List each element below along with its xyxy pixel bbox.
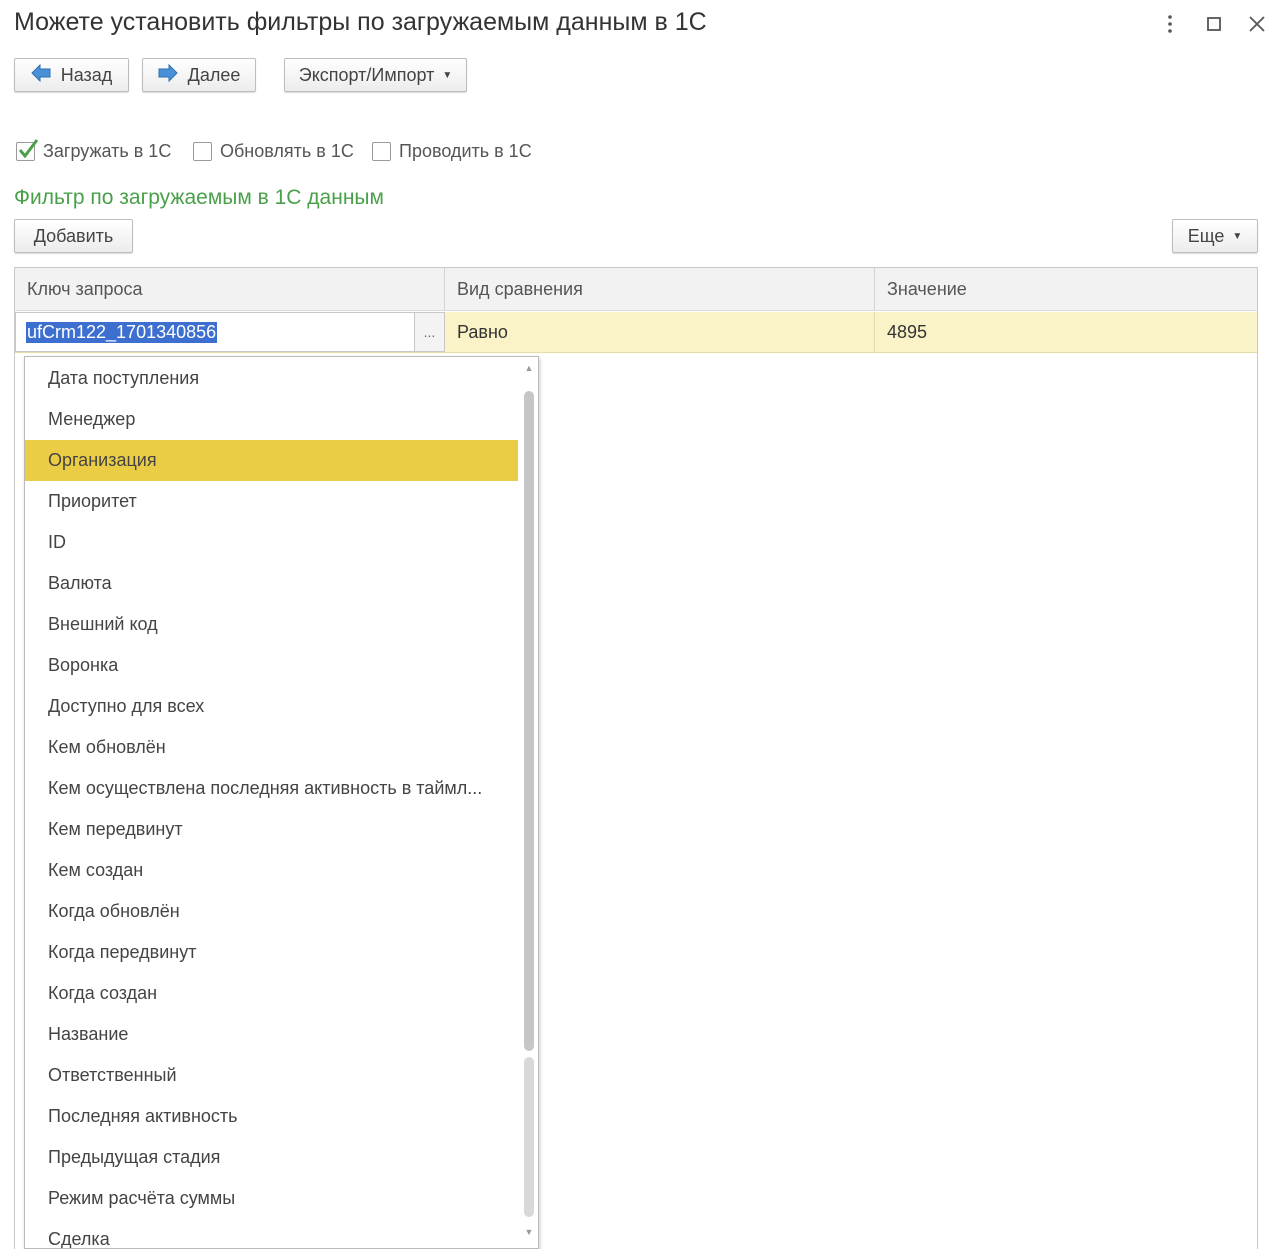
add-button[interactable]: Добавить (14, 219, 133, 253)
scrollbar-thumb[interactable] (524, 391, 534, 1051)
export-import-button[interactable]: Экспорт/Импорт ▼ (284, 58, 467, 92)
dropdown-item[interactable]: Доступно для всех (25, 686, 518, 727)
dropdown-item[interactable]: Кем осуществлена последняя активность в … (25, 768, 518, 809)
dropdown-item[interactable]: Валюта (25, 563, 518, 604)
dropdown-item[interactable]: Когда обновлён (25, 891, 518, 932)
dropdown-item[interactable]: Предыдущая стадия (25, 1137, 518, 1178)
update-option[interactable]: Обновлять в 1С (193, 138, 354, 164)
update-checkbox[interactable] (193, 141, 212, 161)
export-import-label: Экспорт/Импорт (298, 64, 435, 85)
window-title: Можете установить фильтры по загружаемым… (14, 8, 707, 36)
update-checkbox-label: Обновлять в 1С (220, 140, 354, 161)
key-dropdown-list[interactable]: Дата поступления Менеджер Организация Приор… (24, 356, 539, 1249)
back-button[interactable]: Назад (14, 58, 129, 92)
column-header-value[interactable]: Значение (875, 268, 1257, 311)
dropdown-item[interactable]: Внешний код (25, 604, 518, 645)
dropdown-item[interactable]: Приоритет (25, 481, 518, 522)
choose-button[interactable]: ... (415, 312, 445, 352)
dropdown-item[interactable]: Название (25, 1014, 518, 1055)
column-header-comparison[interactable]: Вид сравнения (445, 268, 875, 311)
dropdown-item[interactable]: Режим расчёта суммы (25, 1178, 518, 1219)
dropdown-item[interactable]: Кем передвинут (25, 809, 518, 850)
load-checkbox[interactable] (16, 138, 39, 161)
scroll-up-icon[interactable]: ▲ (521, 363, 537, 373)
key-input[interactable]: ufCrm122_1701340856 (15, 312, 415, 352)
dropdown-item[interactable]: Сделка (25, 1219, 518, 1248)
dropdown-item[interactable]: Менеджер (25, 399, 518, 440)
dropdown-item[interactable]: Последняя активность (25, 1096, 518, 1137)
comparison-cell[interactable]: Равно (445, 312, 875, 352)
next-button[interactable]: Далее (142, 58, 256, 92)
dropdown-item[interactable]: Организация (25, 440, 518, 481)
dropdown-item[interactable]: Ответственный (25, 1055, 518, 1096)
dropdown-item[interactable]: Когда передвинут (25, 932, 518, 973)
value-cell[interactable]: 4895 (875, 312, 1257, 352)
arrow-left-icon (30, 63, 51, 87)
dropdown-caret-icon: ▼ (1232, 230, 1243, 242)
close-icon[interactable] (1245, 12, 1269, 42)
dropdown-scrollbar[interactable]: ▲ ▼ (521, 357, 537, 1248)
maximize-icon[interactable] (1202, 12, 1226, 42)
key-input-value: ufCrm122_1701340856 (26, 321, 218, 343)
post-option[interactable]: Проводить в 1С (372, 138, 532, 164)
scrollbar-thumb-lower (524, 1057, 534, 1217)
more-button[interactable]: Еще ▼ (1172, 219, 1258, 253)
post-checkbox-label: Проводить в 1С (399, 140, 532, 161)
dropdown-item[interactable]: Когда создан (25, 973, 518, 1014)
add-button-label: Добавить (33, 225, 114, 246)
next-button-label: Далее (187, 64, 241, 85)
dropdown-item[interactable]: Дата поступления (25, 358, 518, 399)
scroll-down-icon[interactable]: ▼ (521, 1227, 537, 1237)
dropdown-item[interactable]: Кем создан (25, 850, 518, 891)
load-option[interactable]: Загружать в 1С (16, 138, 171, 164)
filter-section-title: Фильтр по загружаемым в 1С данным (14, 186, 384, 209)
dropdown-item[interactable]: ID (25, 522, 518, 563)
more-button-label: Еще (1187, 225, 1225, 246)
load-checkbox-label: Загружать в 1С (43, 140, 172, 161)
dropdown-item[interactable]: Кем обновлён (25, 727, 518, 768)
post-checkbox[interactable] (372, 141, 391, 161)
dropdown-caret-icon: ▼ (442, 69, 453, 81)
arrow-right-icon (158, 63, 178, 87)
column-header-key[interactable]: Ключ запроса (15, 268, 445, 311)
back-button-label: Назад (60, 64, 113, 85)
more-vert-icon[interactable] (1158, 12, 1182, 42)
dropdown-item[interactable]: Воронка (25, 645, 518, 686)
